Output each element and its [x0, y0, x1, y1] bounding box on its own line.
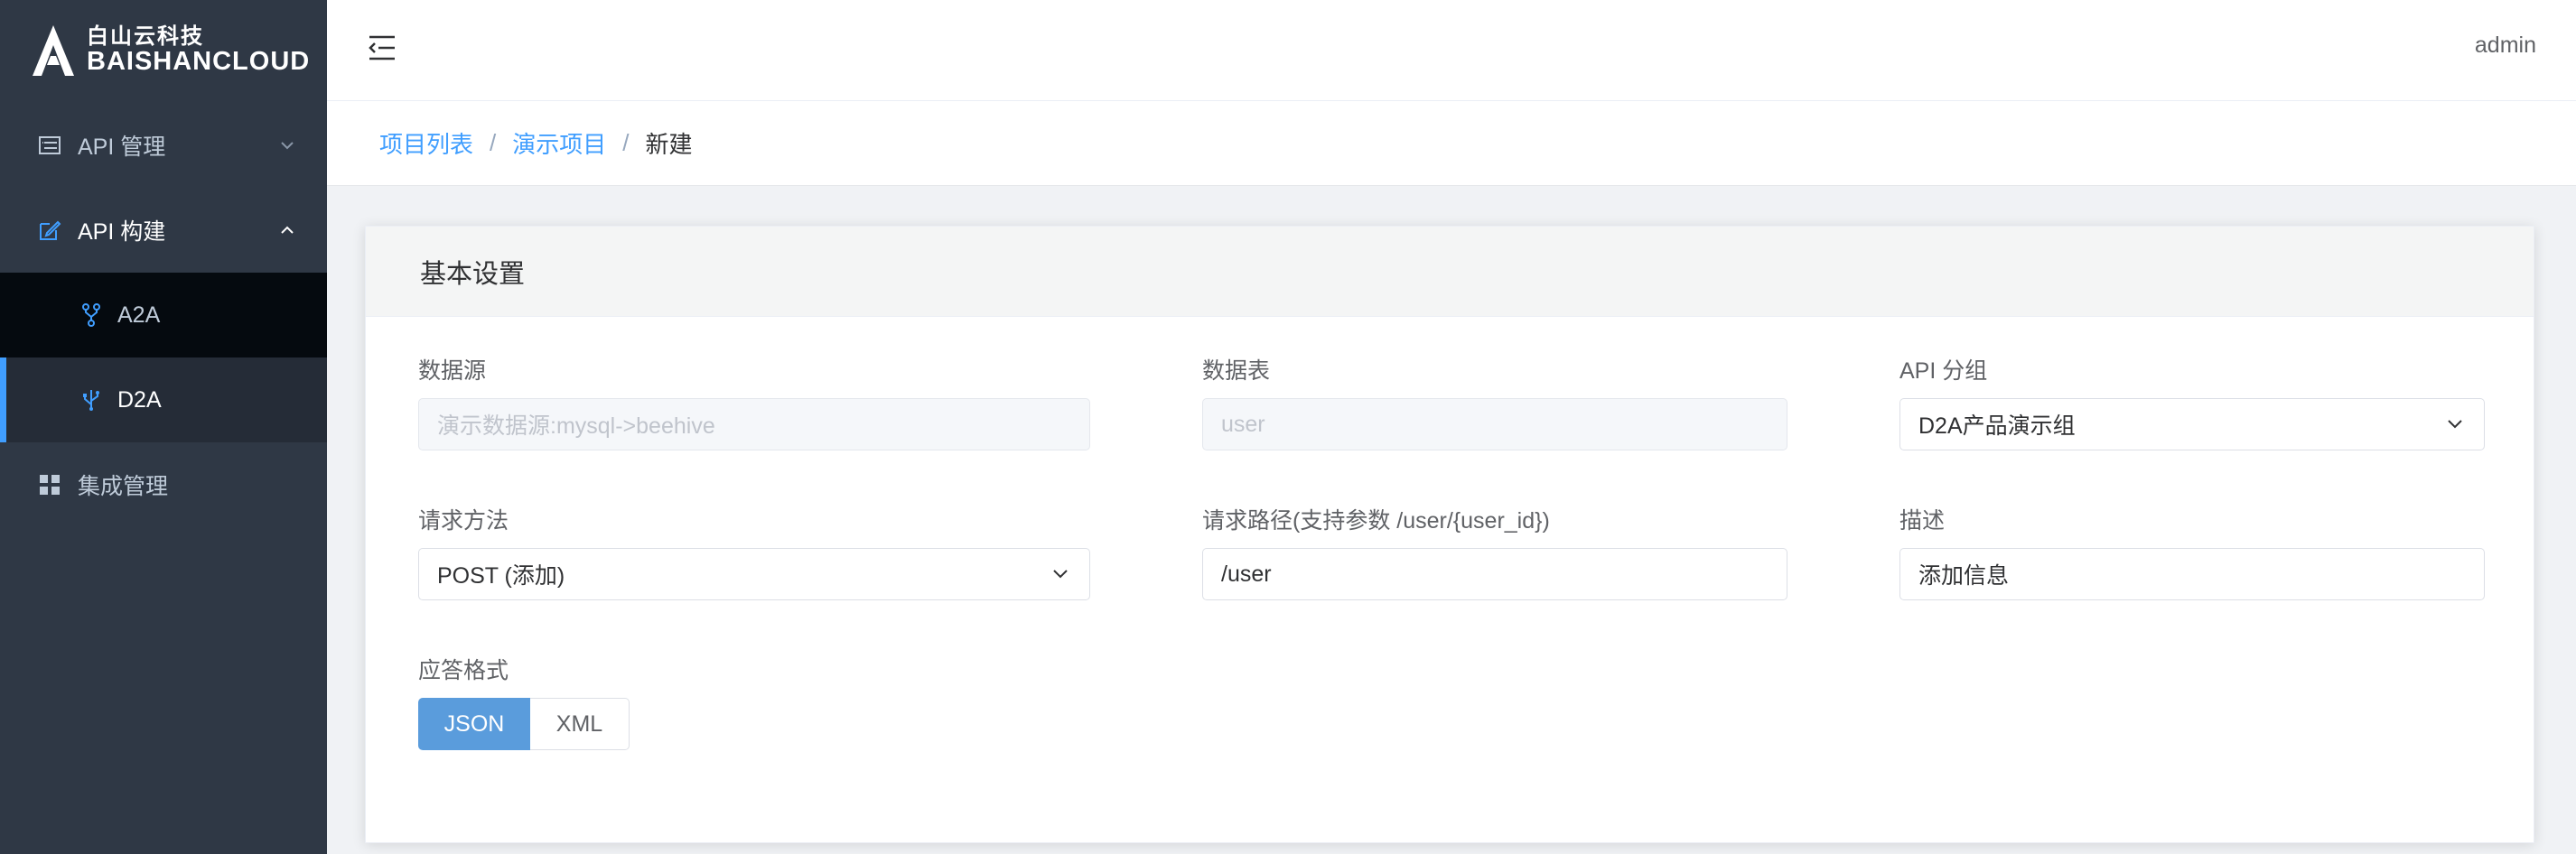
breadcrumb-project-list[interactable]: 项目列表: [379, 126, 473, 160]
breadcrumb-demo-project[interactable]: 演示项目: [512, 126, 606, 160]
path-field: 请求路径(支持参数 /user/{user_id}) /user: [1202, 505, 1787, 600]
format-xml-button[interactable]: XML: [530, 698, 630, 750]
basic-settings-card: 基本设置 数据源 演示数据源:mysql->beehive 数据表 user A…: [365, 226, 2534, 843]
format-label: 应答格式: [418, 658, 509, 683]
breadcrumb-separator: /: [490, 129, 497, 156]
path-label: 请求路径(支持参数 /user/{user_id}): [1202, 508, 1550, 534]
sidebar-item-api-manage[interactable]: API 管理: [0, 103, 327, 188]
sidebar-subitem-label: D2A: [117, 386, 162, 413]
desc-label: 描述: [1899, 508, 1946, 534]
logo[interactable]: 白山云科技 BAISHANCLOUD: [0, 0, 327, 101]
breadcrumb-separator: /: [622, 129, 630, 156]
logo-cn-text: 白山云科技: [87, 24, 204, 50]
breadcrumb-current: 新建: [645, 131, 693, 158]
api-build-submenu: A2A D2A: [0, 273, 327, 442]
sidebar-subitem-label: A2A: [117, 302, 161, 328]
datatable-input: user: [1202, 398, 1787, 450]
chevron-down-icon: [1053, 570, 1068, 579]
datatable-field: 数据表 user: [1202, 355, 1787, 450]
usb-icon: [79, 388, 103, 412]
fork-icon: [79, 303, 103, 327]
sidebar-item-a2a[interactable]: A2A: [0, 273, 327, 357]
grid-icon: [38, 473, 61, 497]
datasource-field: 数据源 演示数据源:mysql->beehive: [418, 355, 1090, 450]
edit-icon: [38, 218, 61, 242]
sidebar-item-api-build[interactable]: API 构建: [0, 188, 327, 273]
chevron-down-icon: [281, 142, 294, 150]
logo-en-text: BAISHANCLOUD: [87, 47, 311, 77]
format-field: 应答格式 JSON XML: [418, 654, 779, 750]
desc-input[interactable]: 添加信息: [1899, 548, 2485, 600]
chevron-down-icon: [2448, 420, 2462, 429]
top-header: admin: [327, 0, 2576, 101]
card-title: 基本设置: [366, 227, 2534, 317]
path-input[interactable]: /user: [1202, 548, 1787, 600]
sidebar-item-label: API 构建: [78, 219, 166, 245]
format-radio-group: JSON XML: [418, 698, 779, 750]
sidebar-item-integration[interactable]: 集成管理: [0, 442, 327, 527]
breadcrumb: 项目列表 / 演示项目 / 新建: [327, 101, 2576, 186]
sidebar-item-label: 集成管理: [78, 474, 169, 499]
desc-field: 描述 添加信息: [1899, 505, 2485, 600]
method-select[interactable]: POST (添加): [418, 548, 1090, 600]
datasource-label: 数据源: [418, 358, 487, 384]
sidebar: 白山云科技 BAISHANCLOUD API 管理 API 构建 A2A D2A: [0, 0, 327, 854]
format-json-button[interactable]: JSON: [418, 698, 530, 750]
api-group-label: API 分组: [1899, 358, 1988, 384]
method-label: 请求方法: [418, 508, 509, 534]
datasource-input: 演示数据源:mysql->beehive: [418, 398, 1090, 450]
api-group-field: API 分组 D2A产品演示组: [1899, 355, 2485, 450]
method-field: 请求方法 POST (添加): [418, 505, 1090, 600]
sidebar-item-d2a[interactable]: D2A: [0, 357, 327, 442]
user-menu[interactable]: admin: [2475, 32, 2536, 59]
method-value: POST (添加): [437, 563, 565, 589]
api-group-value: D2A产品演示组: [1918, 413, 2076, 439]
datatable-label: 数据表: [1202, 358, 1271, 384]
baishan-logo-icon: [33, 25, 74, 76]
api-group-select[interactable]: D2A产品演示组: [1899, 398, 2485, 450]
chevron-up-icon: [281, 226, 294, 234]
sidebar-item-label: API 管理: [78, 135, 166, 160]
collapse-menu-icon[interactable]: [367, 32, 397, 63]
list-icon: [38, 134, 61, 157]
